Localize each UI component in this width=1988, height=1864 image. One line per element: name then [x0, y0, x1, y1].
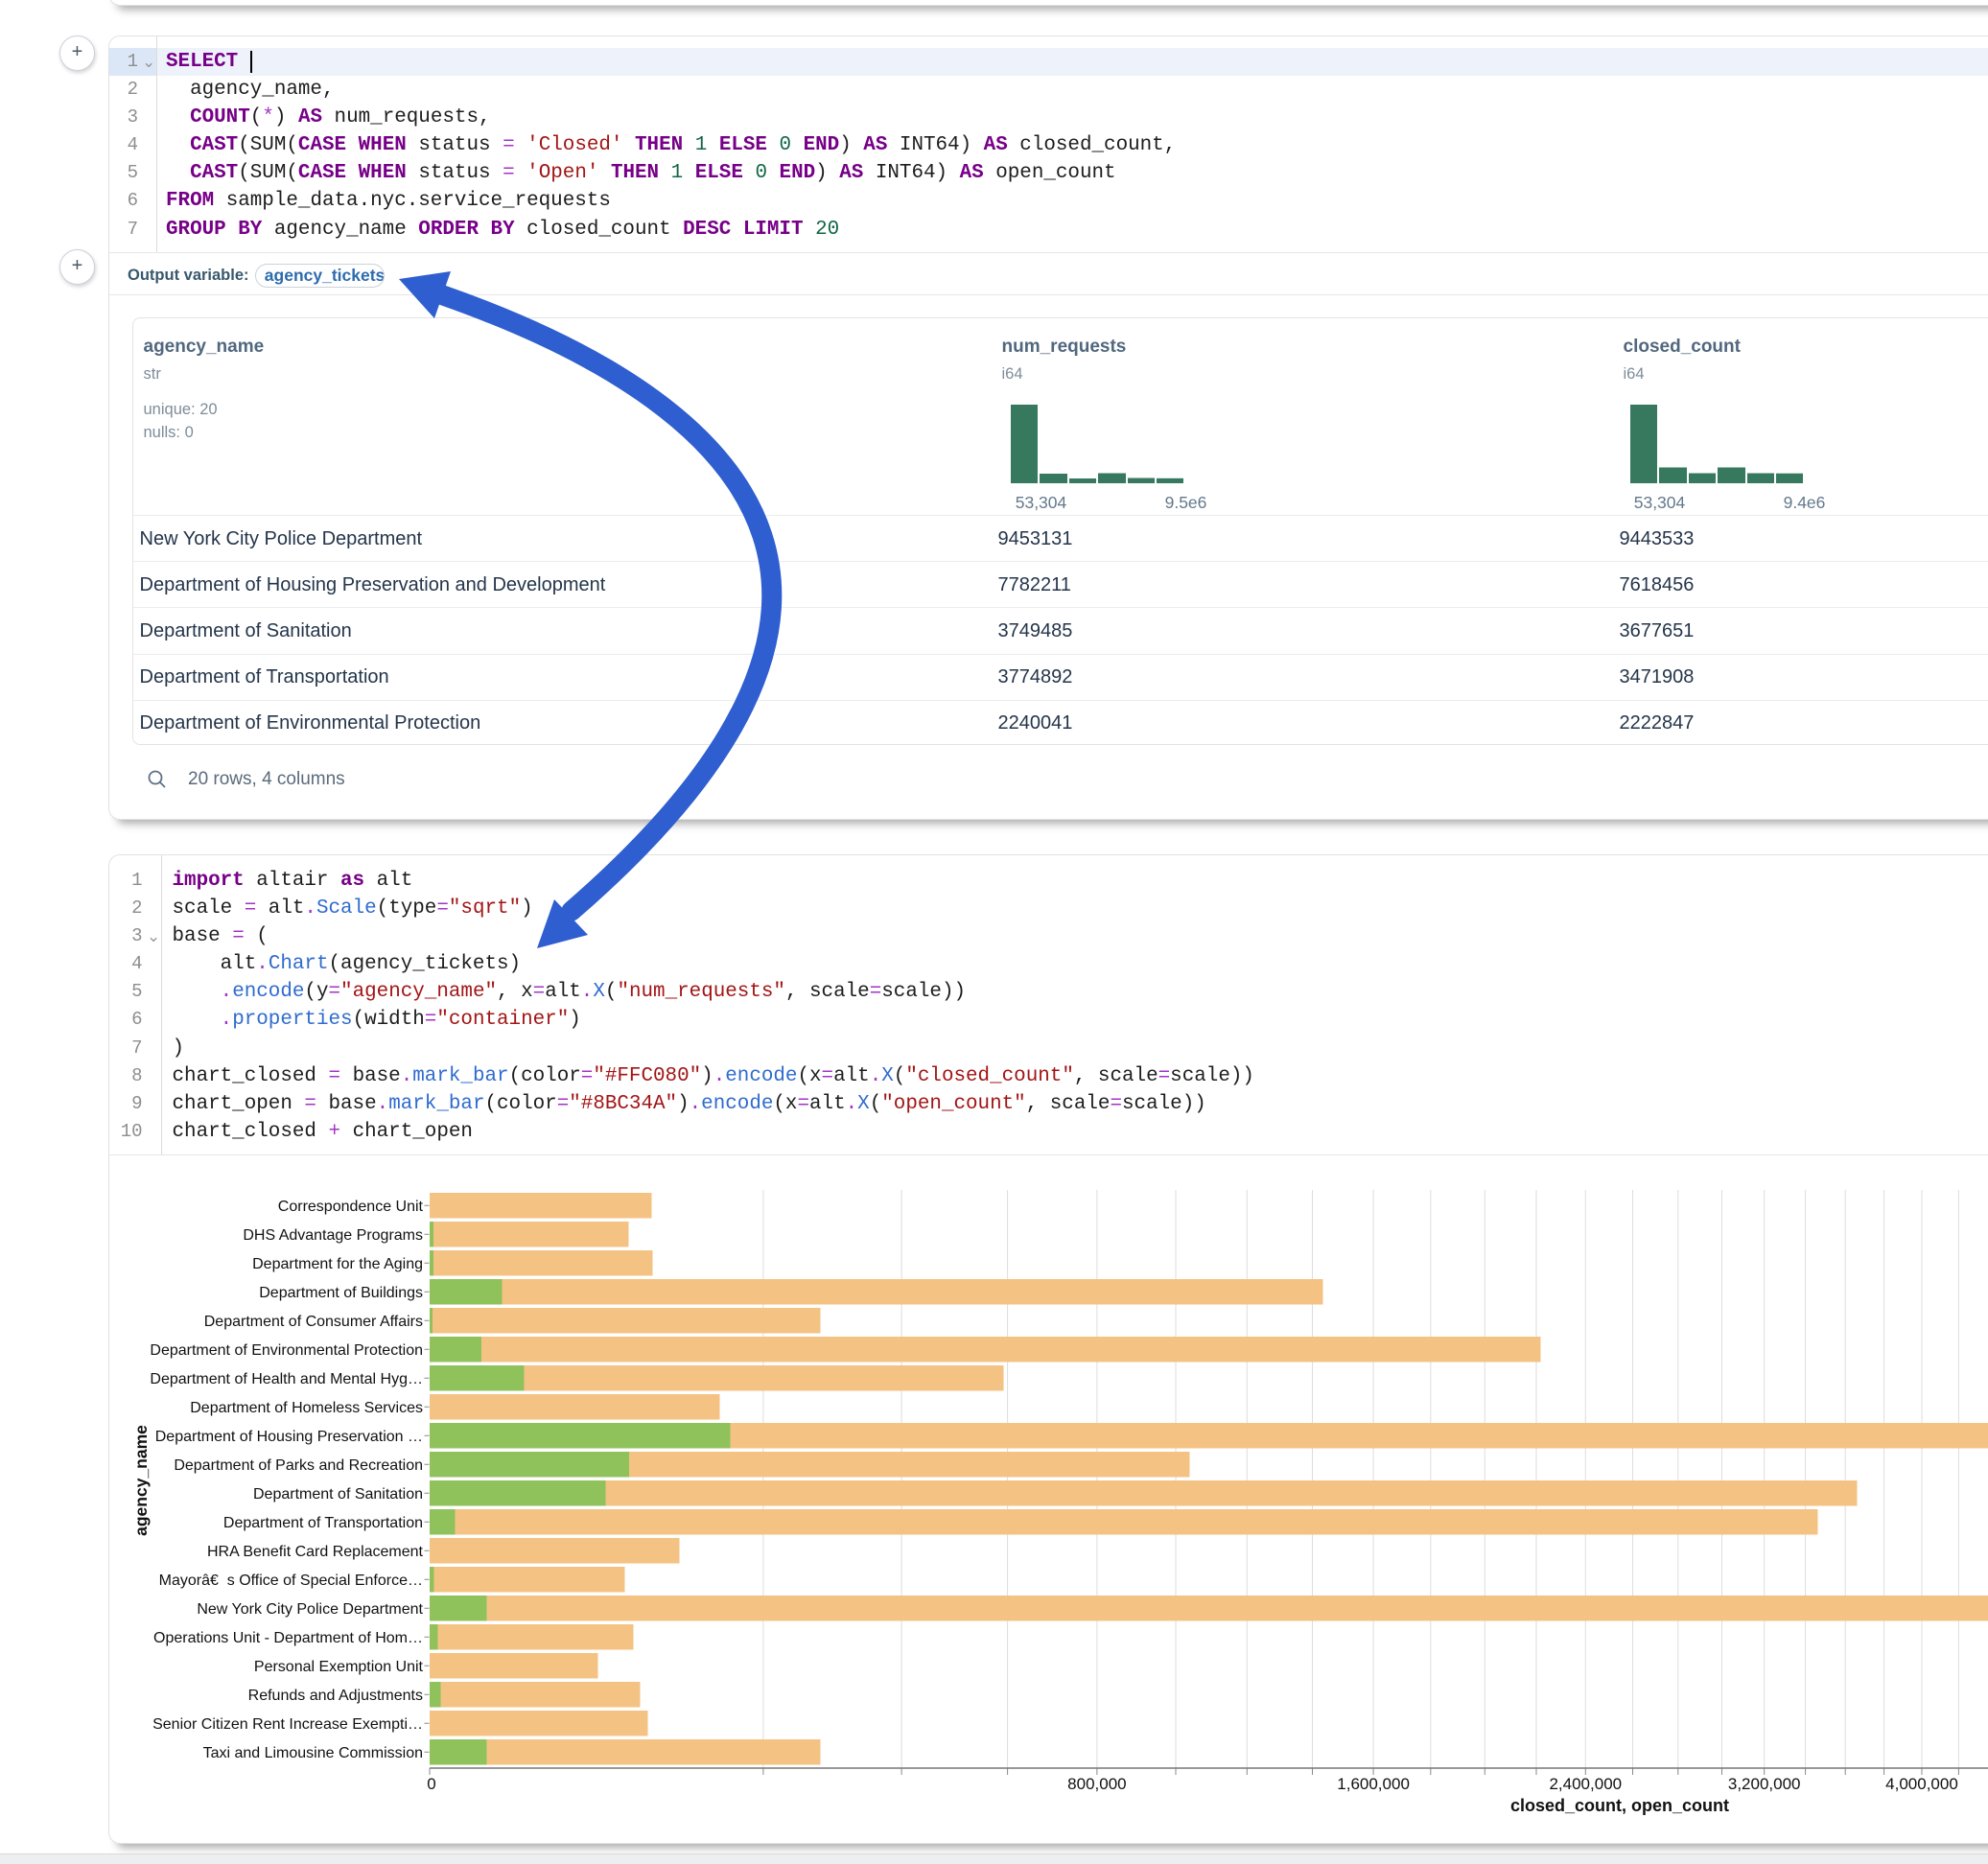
svg-text:2,400,000: 2,400,000 — [1549, 1775, 1622, 1793]
svg-text:Department of Health and Menta: Department of Health and Mental Hyg… — [150, 1371, 423, 1387]
svg-text:Department of Consumer Affairs: Department of Consumer Affairs — [204, 1314, 423, 1330]
svg-text:Operations Unit - Department o: Operations Unit - Department of Hom… — [153, 1630, 423, 1646]
svg-text:Mayorâ€ s Office of Special E: Mayorâ€ s Office of Special Enforce… — [159, 1573, 423, 1589]
svg-text:Department of Housing Preserva: Department of Housing Preservation … — [155, 1429, 423, 1445]
svg-text:Department of Buildings: Department of Buildings — [259, 1285, 423, 1301]
svg-text:DHS Advantage Programs: DHS Advantage Programs — [243, 1227, 423, 1244]
svg-text:Department of Homeless Service: Department of Homeless Services — [190, 1400, 423, 1416]
svg-text:Personal Exemption Unit: Personal Exemption Unit — [254, 1659, 424, 1675]
svg-text:1,600,000: 1,600,000 — [1337, 1775, 1410, 1793]
svg-text:HRA Benefit Card Replacement: HRA Benefit Card Replacement — [207, 1544, 424, 1560]
svg-text:New York City Police Departmen: New York City Police Department — [197, 1601, 423, 1618]
svg-text:Taxi and Limousine Commission: Taxi and Limousine Commission — [203, 1745, 423, 1761]
svg-text:3,200,000: 3,200,000 — [1728, 1775, 1801, 1793]
svg-text:Department of Sanitation: Department of Sanitation — [253, 1486, 423, 1503]
svg-text:Refunds and Adjustments: Refunds and Adjustments — [248, 1688, 423, 1704]
svg-text:Department of Parks and Recrea: Department of Parks and Recreation — [174, 1457, 423, 1474]
svg-text:Department for the Aging: Department for the Aging — [252, 1256, 423, 1272]
svg-text:closed_count, open_count: closed_count, open_count — [1510, 1796, 1729, 1815]
svg-text:Senior Citizen Rent Increase E: Senior Citizen Rent Increase Exempti… — [152, 1716, 423, 1733]
svg-text:Correspondence Unit: Correspondence Unit — [278, 1199, 424, 1215]
svg-text:Department of Environmental Pr: Department of Environmental Protection — [150, 1342, 423, 1359]
svg-text:0: 0 — [427, 1775, 435, 1793]
svg-text:800,000: 800,000 — [1067, 1775, 1126, 1793]
svg-text:agency_name: agency_name — [131, 1425, 151, 1536]
svg-text:4,000,000: 4,000,000 — [1885, 1775, 1958, 1793]
svg-text:Department of Transportation: Department of Transportation — [223, 1515, 423, 1531]
